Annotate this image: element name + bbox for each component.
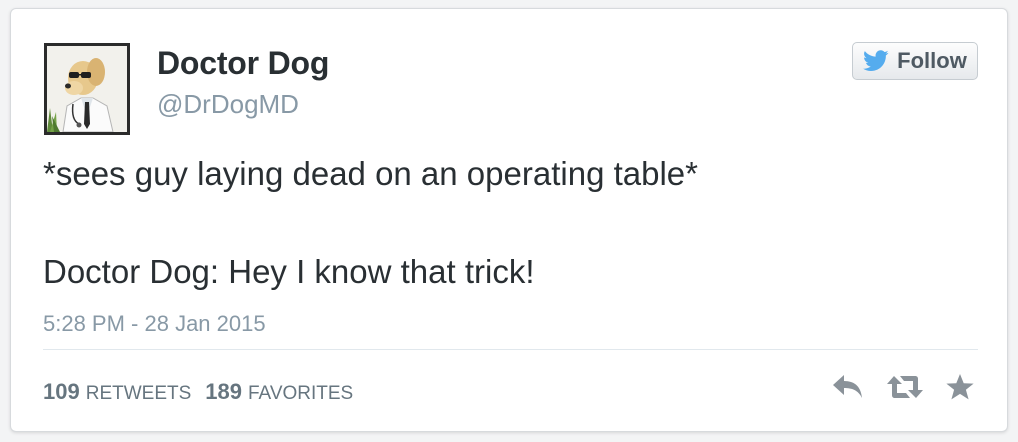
favorites-label: FAVORITES: [248, 383, 354, 404]
star-icon[interactable]: [945, 373, 975, 401]
follow-label: Follow: [897, 48, 967, 73]
retweets-label: RETWEETS: [85, 383, 192, 404]
tweet-text-line-1: *sees guy laying dead on an operating ta…: [43, 155, 698, 192]
retweet-icon[interactable]: [885, 373, 925, 401]
favorites-count: 189: [205, 379, 242, 404]
tweet-actions: [831, 373, 975, 401]
reply-icon[interactable]: [831, 373, 865, 401]
avatar[interactable]: [44, 43, 130, 135]
tweet-stats: 109 RETWEETS 189 FAVORITES: [43, 379, 353, 405]
tweet-text-line-2: Doctor Dog: Hey I know that trick!: [43, 253, 535, 290]
author-handle[interactable]: @DrDogMD: [157, 89, 299, 120]
author-name[interactable]: Doctor Dog: [157, 45, 329, 82]
avatar-image: [47, 46, 127, 132]
favorites-stat[interactable]: 189 FAVORITES: [205, 379, 353, 405]
divider: [43, 349, 978, 350]
tweet-timestamp[interactable]: 5:28 PM - 28 Jan 2015: [43, 311, 266, 337]
retweets-count: 109: [43, 379, 80, 404]
follow-button[interactable]: Follow: [852, 42, 978, 80]
twitter-bird-icon: [863, 50, 889, 71]
retweets-stat[interactable]: 109 RETWEETS: [43, 379, 191, 405]
tweet-card: Doctor Dog @DrDogMD Follow *sees guy lay…: [10, 8, 1008, 432]
